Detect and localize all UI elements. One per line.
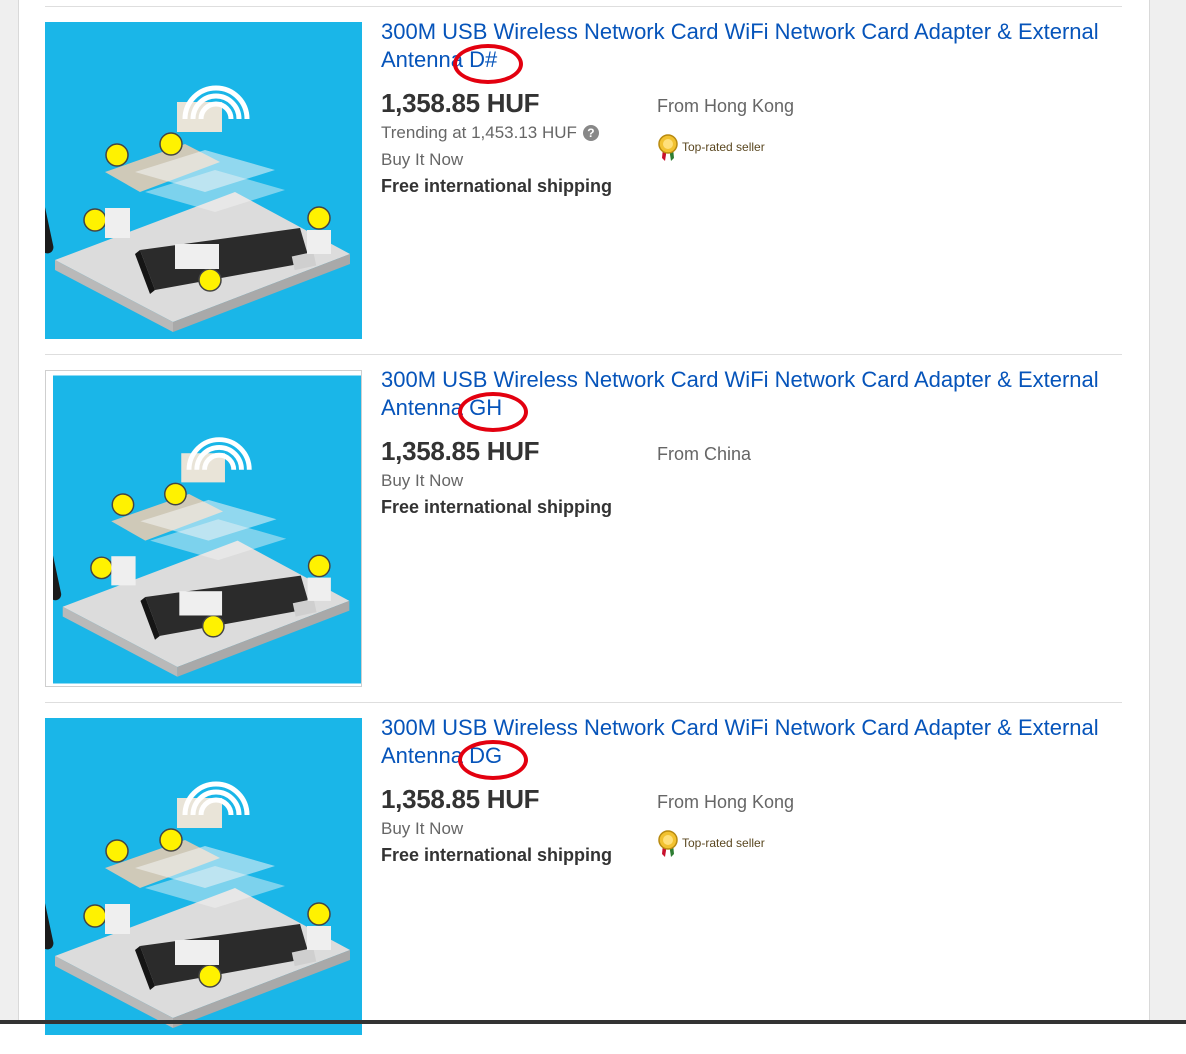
shipping-info: Free international shipping bbox=[381, 497, 613, 517]
usb-wifi-adapter-image bbox=[45, 22, 362, 339]
listing-divider bbox=[45, 6, 1122, 7]
item-location: From Hong Kong bbox=[657, 792, 795, 812]
seller-badge-label: Top-rated seller bbox=[682, 836, 765, 850]
trending-price-text: Trending at 1,453.13 HUF bbox=[381, 123, 577, 142]
listing-title-link[interactable]: 300M USB Wireless Network Card WiFi Netw… bbox=[381, 18, 1131, 74]
product-thumbnail[interactable] bbox=[45, 22, 362, 339]
buying-format: Buy It Now bbox=[381, 819, 464, 838]
trending-price: Trending at 1,453.13 HUF? bbox=[381, 123, 599, 143]
item-location: From China bbox=[657, 444, 752, 464]
listing-price: 1,358.85 HUF bbox=[381, 436, 540, 466]
listing-title-link[interactable]: 300M USB Wireless Network Card WiFi Netw… bbox=[381, 714, 1131, 770]
buying-format: Buy It Now bbox=[381, 150, 464, 169]
seller-badge-label: Top-rated seller bbox=[682, 140, 765, 154]
search-result-listing: 300M USB Wireless Network Card WiFi Netw… bbox=[0, 358, 1150, 706]
shipping-info: Free international shipping bbox=[381, 176, 613, 196]
listing-price: 1,358.85 HUF bbox=[381, 88, 540, 118]
listing-title-link[interactable]: 300M USB Wireless Network Card WiFi Netw… bbox=[381, 366, 1131, 422]
listing-divider bbox=[45, 354, 1122, 355]
search-result-listing: 300M USB Wireless Network Card WiFi Netw… bbox=[0, 706, 1150, 1054]
listing-divider bbox=[45, 702, 1122, 703]
window-bottom-edge bbox=[0, 1020, 1186, 1024]
search-result-listing: 300M USB Wireless Network Card WiFi Netw… bbox=[0, 10, 1150, 358]
shipping-info: Free international shipping bbox=[381, 845, 613, 865]
usb-wifi-adapter-image bbox=[45, 718, 362, 1035]
listing-price: 1,358.85 HUF bbox=[381, 784, 540, 814]
usb-wifi-adapter-image bbox=[53, 373, 361, 686]
item-location: From Hong Kong bbox=[657, 96, 795, 116]
product-thumbnail[interactable] bbox=[45, 718, 362, 1035]
product-thumbnail[interactable] bbox=[45, 370, 362, 687]
top-rated-medal-icon bbox=[657, 830, 679, 858]
top-rated-medal-icon bbox=[657, 134, 679, 162]
question-circle-icon[interactable]: ? bbox=[582, 125, 599, 141]
page-right-gutter bbox=[1150, 0, 1186, 1024]
buying-format: Buy It Now bbox=[381, 471, 464, 490]
